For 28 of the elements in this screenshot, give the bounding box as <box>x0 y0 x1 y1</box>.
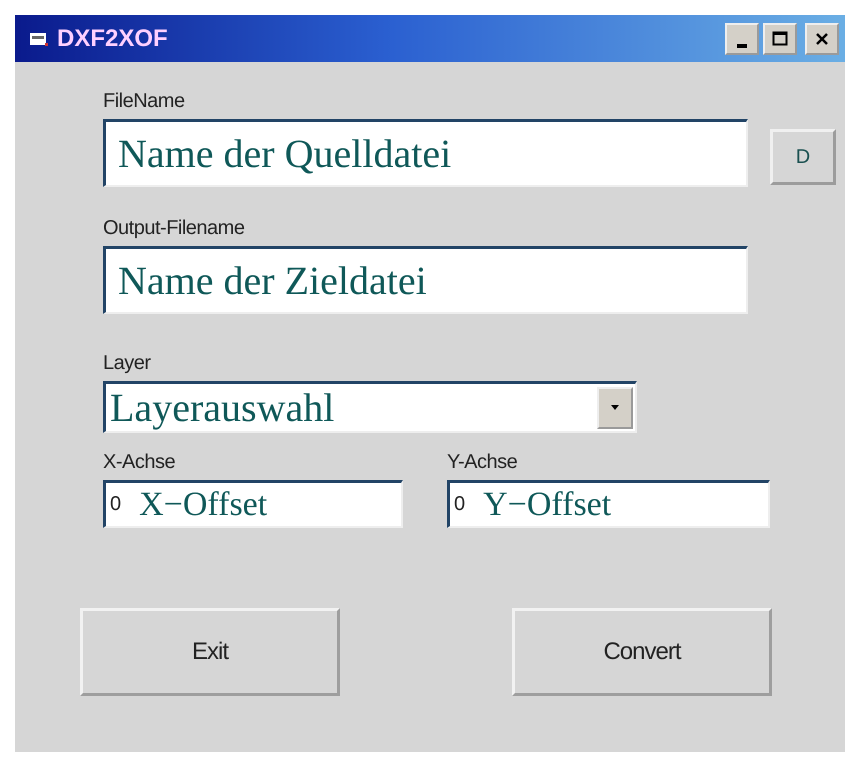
field-annotation: Name der Zieldatei <box>118 257 427 304</box>
minimize-button[interactable] <box>725 22 759 54</box>
caret-icon <box>610 404 620 410</box>
layer-dropdown[interactable]: Layerauswahl <box>103 381 637 433</box>
field-label: Y-Achse <box>447 451 518 474</box>
input-field[interactable]: 0 Y−Offset <box>447 480 770 528</box>
input-field[interactable]: 0 X−Offset <box>103 480 403 528</box>
field-value: 0 <box>110 493 122 516</box>
field-annotation: Name der Quelldatei <box>118 130 452 177</box>
field-label: Output-Filename <box>103 217 246 240</box>
input-field[interactable]: Name der Quelldatei <box>103 119 748 187</box>
field-annotation: Y−Offset <box>483 486 612 524</box>
field-value: 0 <box>454 493 466 516</box>
field-label: Layer <box>103 352 152 375</box>
field-annotation: Layerauswahl <box>110 384 334 431</box>
maximize-icon <box>772 30 788 46</box>
field-label: FileName <box>103 90 186 113</box>
window-title: DXF2XOF <box>57 24 169 52</box>
close-icon <box>814 30 830 46</box>
minimize-icon <box>737 44 747 48</box>
close-button[interactable] <box>805 22 839 54</box>
dialog-button[interactable]: Exit <box>80 608 340 696</box>
dialog-button[interactable]: Convert <box>512 608 772 696</box>
maximize-button[interactable] <box>763 22 797 54</box>
field-label: X-Achse <box>103 451 176 474</box>
input-field[interactable]: Name der Zieldatei <box>103 246 748 314</box>
field-annotation: X−Offset <box>139 486 268 524</box>
browse-button[interactable]: D <box>770 129 836 185</box>
